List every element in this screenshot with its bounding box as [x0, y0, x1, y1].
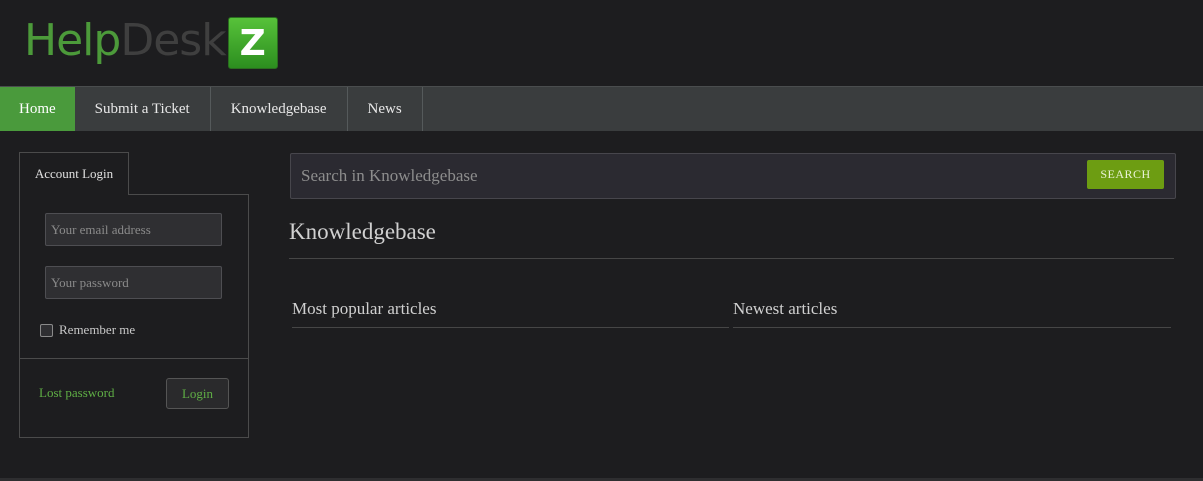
- search-input[interactable]: Search in Knowledgebase: [301, 164, 1061, 188]
- most-popular-divider: [292, 327, 729, 328]
- remember-me[interactable]: Remember me: [40, 322, 135, 338]
- header: Help Desk Z: [0, 0, 1203, 86]
- password-field[interactable]: [45, 266, 222, 299]
- remember-me-label: Remember me: [59, 322, 136, 337]
- nav-news[interactable]: News: [348, 87, 423, 131]
- title-divider: [289, 258, 1174, 259]
- search-button[interactable]: SEARCH: [1087, 160, 1164, 189]
- newest-articles-heading: Newest articles: [733, 299, 838, 318]
- search-box: Search in Knowledgebase SEARCH: [290, 153, 1176, 199]
- nav-submit-ticket[interactable]: Submit a Ticket: [75, 87, 211, 131]
- page-title: Knowledgebase: [289, 219, 436, 244]
- logo-badge: Z: [227, 17, 278, 69]
- login-button[interactable]: Login: [166, 378, 229, 409]
- main-nav: Home Submit a Ticket Knowledgebase News: [0, 86, 1203, 131]
- logo-text-desk: Desk: [120, 15, 226, 66]
- lost-password-link[interactable]: Lost password: [39, 385, 114, 401]
- nav-home[interactable]: Home: [0, 87, 75, 131]
- login-divider: [20, 358, 248, 359]
- helpdeskz-logo[interactable]: Help Desk Z: [24, 16, 278, 70]
- login-panel: Remember me Lost password Login: [19, 194, 249, 438]
- nav-knowledgebase[interactable]: Knowledgebase: [211, 87, 348, 131]
- remember-me-checkbox[interactable]: [40, 323, 53, 337]
- email-field[interactable]: [45, 213, 222, 246]
- most-popular-heading: Most popular articles: [292, 299, 437, 318]
- newest-articles-divider: [733, 327, 1171, 328]
- logo-text-help: Help: [24, 15, 121, 66]
- account-login-tab[interactable]: Account Login: [19, 152, 129, 195]
